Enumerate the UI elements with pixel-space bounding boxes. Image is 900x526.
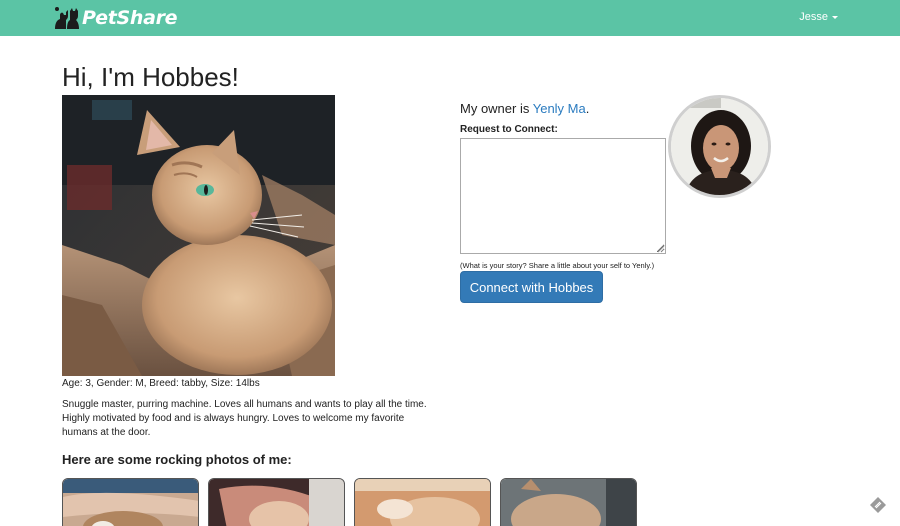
connect-button[interactable]: Connect with Hobbes: [460, 271, 603, 303]
owner-suffix: .: [585, 101, 590, 116]
petshare-logo-icon: [55, 7, 79, 29]
user-menu-dropdown[interactable]: Jesse: [799, 11, 838, 23]
pet-photo-thumbnail-2[interactable]: [208, 478, 345, 526]
pet-bio: Snuggle master, purring machine. Loves a…: [62, 399, 427, 438]
pet-photo-thumbnail-1[interactable]: [62, 478, 199, 526]
owner-line: My owner is Yenly Ma.: [460, 101, 589, 116]
request-message-textarea[interactable]: [460, 138, 666, 254]
owner-prefix: My owner is: [460, 101, 533, 116]
page-title: Hi, I'm Hobbes!: [62, 62, 239, 92]
photos-heading: Here are some rocking photos of me:: [62, 452, 292, 467]
feedback-badge-icon[interactable]: [869, 496, 887, 514]
pet-photo-thumbnail-4[interactable]: [500, 478, 637, 526]
pet-stats: Age: 3, Gender: M, Breed: tabby, Size: 1…: [62, 378, 260, 389]
brand-name: PetShare: [82, 7, 178, 29]
pet-profile-photo: [62, 95, 335, 376]
owner-avatar: [668, 95, 771, 198]
brand-link[interactable]: PetShare: [53, 5, 178, 31]
caret-down-icon: [832, 16, 838, 19]
request-help-text: (What is your story? Share a little abou…: [460, 261, 655, 270]
top-navbar: PetShare Jesse: [0, 0, 900, 36]
owner-name-link[interactable]: Yenly Ma: [533, 101, 586, 116]
user-name: Jesse: [799, 11, 828, 23]
pet-photo-thumbnail-3[interactable]: [354, 478, 491, 526]
request-label: Request to Connect:: [460, 124, 558, 135]
